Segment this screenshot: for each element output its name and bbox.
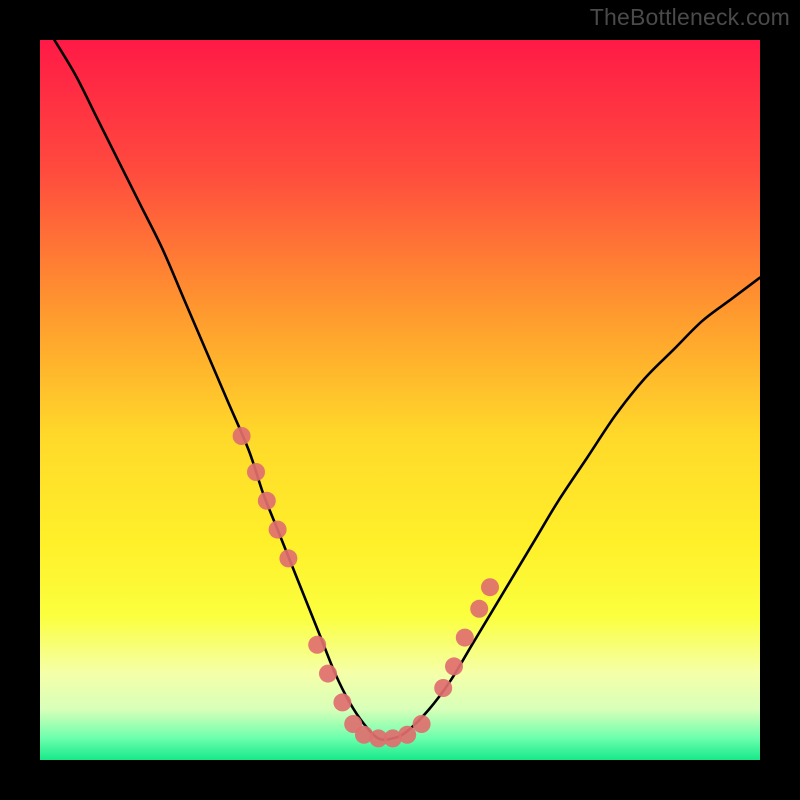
watermark-label: TheBottleneck.com — [590, 4, 790, 31]
gradient-background — [40, 40, 760, 760]
chart-frame: TheBottleneck.com — [0, 0, 800, 800]
plot-area — [40, 40, 760, 760]
